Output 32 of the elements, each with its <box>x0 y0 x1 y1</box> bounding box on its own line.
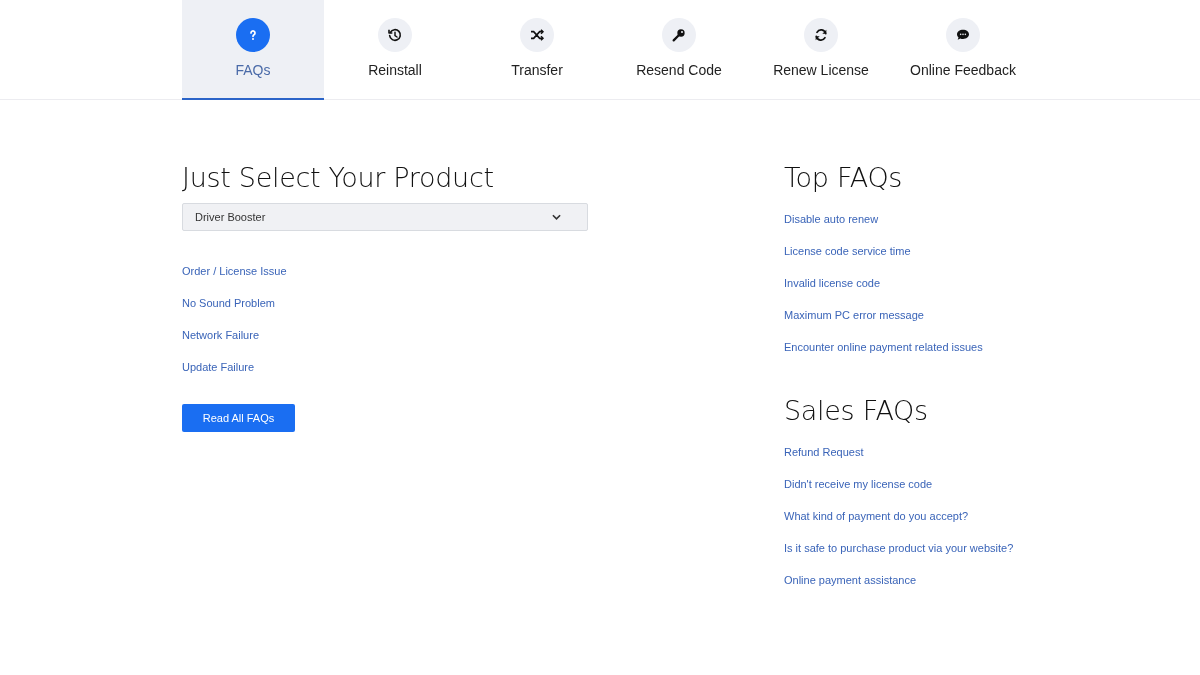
section-heading: Sales FAQs <box>784 395 929 426</box>
faq-link[interactable]: Invalid license code <box>784 267 880 299</box>
faq-link[interactable]: Online payment assistance <box>784 564 917 596</box>
nav-tab[interactable]: Reinstall <box>324 0 466 100</box>
chat-bubble-icon <box>946 18 980 52</box>
sync-icon <box>804 18 838 52</box>
faq-link[interactable]: License code service time <box>784 235 911 267</box>
faq-link[interactable]: Order / License Issue <box>182 255 287 287</box>
nav-tab[interactable]: Transfer <box>466 0 608 100</box>
faq-link[interactable]: Encounter online payment related issues <box>784 331 983 363</box>
nav-tab[interactable]: Resend Code <box>608 0 750 100</box>
faq-link[interactable]: Maximum PC error message <box>784 299 924 331</box>
faq-link[interactable]: Network Failure <box>182 319 260 351</box>
section-heading: Top FAQs <box>784 162 904 193</box>
faq-link[interactable]: Is it safe to purchase product via your website? <box>784 532 1014 564</box>
question-mark-icon <box>236 18 270 52</box>
faq-link[interactable]: Didn't receive my license code <box>784 468 933 500</box>
caret-icon <box>552 214 561 220</box>
key-icon <box>662 18 696 52</box>
section-heading: Just Select Your Product <box>182 162 495 193</box>
nav-tab[interactable]: Renew License <box>750 0 892 100</box>
shuffle-icon <box>520 18 554 52</box>
product-select[interactable]: Driver Booster <box>182 203 588 231</box>
nav-tab[interactable]: FAQs <box>182 0 324 100</box>
faq-link[interactable]: Disable auto renew <box>784 203 879 235</box>
nav-tab[interactable]: Online Feedback <box>892 0 1034 100</box>
faq-link[interactable]: No Sound Problem <box>182 287 275 319</box>
history-icon <box>378 18 412 52</box>
read-all-button[interactable]: Read All FAQs <box>182 404 295 432</box>
faq-link[interactable]: What kind of payment do you accept? <box>784 500 969 532</box>
faq-link[interactable]: Update Failure <box>182 351 255 383</box>
faq-link[interactable]: Refund Request <box>784 436 864 468</box>
